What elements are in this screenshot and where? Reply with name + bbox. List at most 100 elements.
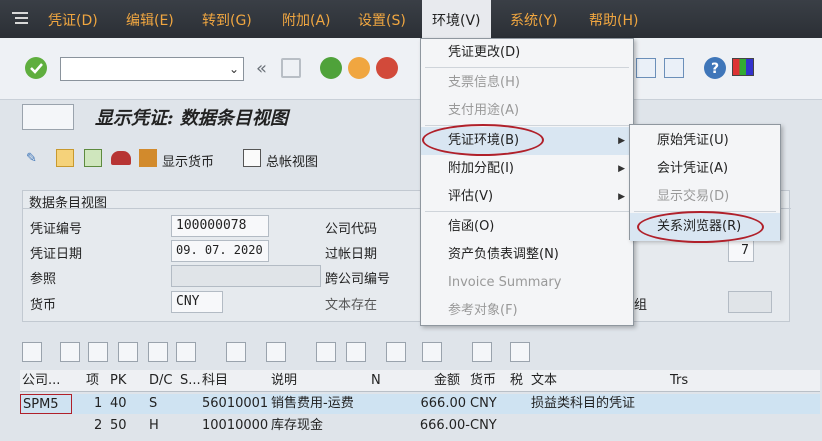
menu-document[interactable]: 凭证(D): [48, 0, 98, 38]
cross-company-label: 跨公司编号: [325, 272, 391, 287]
col-dc[interactable]: D/C: [149, 370, 172, 392]
menu-item-display-transaction: 显示交易(D): [630, 183, 780, 211]
enter-icon[interactable]: [25, 57, 47, 79]
menu-item-check-info: 支票信息(H): [421, 69, 633, 97]
menu-goto[interactable]: 转到(G): [202, 0, 252, 38]
menu-item-document-environment[interactable]: 凭证环境(B) ▶: [421, 127, 633, 155]
sap-menu-icon[interactable]: [12, 12, 28, 24]
col-item[interactable]: 项: [86, 370, 99, 392]
reference-label: 参照: [30, 272, 57, 287]
find-next-icon[interactable]: [148, 342, 168, 362]
menu-item-valuation[interactable]: 评估(V) ▶: [421, 183, 633, 211]
menu-item-additional-assignment[interactable]: 附加分配(I) ▶: [421, 155, 633, 183]
currency-field[interactable]: CNY: [171, 291, 223, 313]
submenu-arrow-icon: ▶: [618, 192, 625, 202]
back-icon[interactable]: [320, 57, 342, 79]
menu-item-correspondence[interactable]: 信函(O): [421, 213, 633, 241]
general-ledger-view-button[interactable]: 总帐视图: [266, 151, 318, 170]
sort-ascending-icon[interactable]: [60, 342, 80, 362]
environment-menu: 凭证更改(D) 支票信息(H) 支付用途(A) 凭证环境(B) ▶ 附加分配(I)…: [420, 38, 634, 326]
menu-system[interactable]: 系统(Y): [510, 0, 557, 38]
subtotal-icon[interactable]: [266, 342, 286, 362]
doc-date-field[interactable]: 09. 07. 2020: [171, 240, 269, 262]
info-icon[interactable]: [510, 342, 530, 362]
new-session-icon[interactable]: [636, 58, 656, 78]
submenu-arrow-icon: ▶: [618, 136, 625, 146]
taxes-icon[interactable]: [84, 149, 102, 167]
menu-item-relationship-browser[interactable]: 关系浏览器(R): [630, 213, 780, 241]
display-currency-button[interactable]: 显示货币: [162, 151, 214, 170]
menu-item-label: 支付用途(A): [448, 103, 520, 118]
doc-number-field[interactable]: 100000078: [171, 215, 269, 237]
menu-item-balance-sheet-adjustment[interactable]: 资产负债表调整(N): [421, 241, 633, 269]
document-overview-icon[interactable]: [22, 104, 74, 130]
menu-item-payment-usage: 支付用途(A): [421, 97, 633, 125]
chevron-down-icon[interactable]: ⌄: [229, 62, 239, 76]
menu-settings[interactable]: 设置(S): [358, 0, 406, 38]
collapse-icon[interactable]: «: [256, 58, 267, 79]
col-trs[interactable]: Trs: [670, 370, 688, 392]
text-exists-label: 文本存在: [325, 298, 378, 313]
col-company[interactable]: 公司...: [22, 370, 60, 392]
row1-account[interactable]: 56010001: [202, 394, 268, 414]
row1-company[interactable]: SPM5: [20, 394, 72, 414]
col-currency[interactable]: 货币: [470, 370, 496, 392]
document-header-icon[interactable]: [56, 149, 74, 167]
group-field[interactable]: [728, 291, 772, 313]
save-icon[interactable]: [281, 58, 301, 78]
row1-currency: CNY: [470, 396, 497, 411]
divider: [425, 211, 629, 212]
shortcut-icon[interactable]: [664, 58, 684, 78]
period-field[interactable]: 7: [728, 240, 754, 262]
doc-number-label: 凭证编号: [30, 222, 83, 237]
details-icon[interactable]: [22, 342, 42, 362]
row2-currency: CNY: [470, 418, 497, 433]
menu-item-label: 附加分配(I): [448, 161, 514, 176]
currency-icon[interactable]: [139, 149, 157, 167]
col-description[interactable]: 说明: [271, 370, 297, 392]
menu-item-label: 凭证环境(B): [448, 133, 520, 148]
col-text[interactable]: 文本: [531, 370, 557, 392]
command-field[interactable]: ⌄: [60, 57, 244, 81]
col-amount[interactable]: 金额: [434, 370, 460, 392]
menu-item-accounting-document[interactable]: 会计凭证(A): [630, 155, 780, 183]
col-s[interactable]: S...: [180, 370, 201, 392]
col-tax[interactable]: 税: [510, 370, 523, 392]
grid-header: [20, 370, 820, 392]
sort-descending-icon[interactable]: [88, 342, 108, 362]
menu-item-reference-object: 参考对象(F): [421, 297, 633, 325]
sum-icon[interactable]: [226, 342, 246, 362]
exit-icon[interactable]: [348, 57, 370, 79]
hat-icon[interactable]: [111, 151, 131, 165]
row1-amount: 666.00: [420, 396, 467, 411]
views-icon[interactable]: [346, 342, 366, 362]
row1-description: 销售费用-运费: [271, 396, 354, 411]
help-icon[interactable]: ?: [704, 57, 726, 79]
row1-item: 1: [94, 396, 103, 411]
menu-extras[interactable]: 附加(A): [282, 0, 331, 38]
menu-edit[interactable]: 编辑(E): [126, 0, 174, 38]
layout-icon[interactable]: [422, 342, 442, 362]
customize-layout-icon[interactable]: [732, 58, 754, 76]
menu-environment[interactable]: 环境(V): [422, 0, 491, 38]
cancel-icon[interactable]: [376, 57, 398, 79]
find-icon[interactable]: [118, 342, 138, 362]
filter-icon[interactable]: [176, 342, 196, 362]
menu-help[interactable]: 帮助(H): [589, 0, 638, 38]
print-icon[interactable]: [316, 342, 336, 362]
col-account[interactable]: 科目: [202, 370, 228, 392]
reference-field[interactable]: [171, 265, 321, 287]
menu-item-change-document[interactable]: 凭证更改(D): [421, 39, 633, 67]
menu-item-label: Invoice Summary: [448, 275, 562, 290]
graphic-icon[interactable]: [472, 342, 492, 362]
row2-account[interactable]: 10010000: [202, 416, 268, 436]
export-icon[interactable]: [386, 342, 406, 362]
col-n[interactable]: N: [371, 370, 381, 392]
ledger-icon[interactable]: [243, 149, 261, 167]
menu-item-label: 信函(O): [448, 219, 495, 234]
col-pk[interactable]: PK: [110, 370, 126, 392]
display-change-icon[interactable]: ✎: [26, 151, 44, 167]
divider: [634, 211, 776, 212]
menu-item-original-document[interactable]: 原始凭证(U): [630, 127, 780, 155]
row1-text: 损益类科目的凭证: [531, 396, 636, 411]
